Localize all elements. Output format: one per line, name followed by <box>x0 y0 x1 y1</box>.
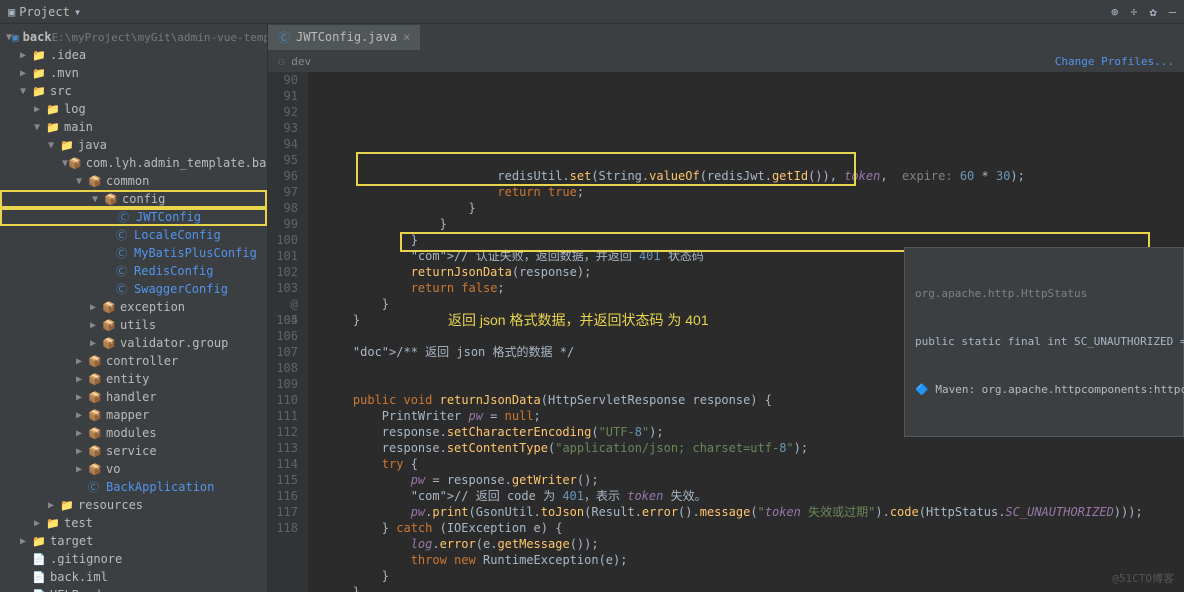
line-gutter: 90919293949596979899100101102103@ 104105… <box>268 72 308 592</box>
tree-item-mapper[interactable]: ▶📦mapper <box>0 406 267 424</box>
branch-label: dev <box>291 55 311 68</box>
doc-tooltip: org.apache.http.HttpStatus public static… <box>904 247 1184 437</box>
change-profiles-link[interactable]: Change Profiles... <box>1055 55 1174 68</box>
tree-item-target[interactable]: ▶📁target <box>0 532 267 550</box>
project-icon: ▣ <box>8 5 15 19</box>
tree-item-com-lyh-admin_template-back[interactable]: ▼📦com.lyh.admin_template.back <box>0 154 267 172</box>
tree-item-service[interactable]: ▶📦service <box>0 442 267 460</box>
tree-item-LocaleConfig[interactable]: ⒸLocaleConfig <box>0 226 267 244</box>
tree-item--gitignore[interactable]: 📄.gitignore <box>0 550 267 568</box>
tree-item-common[interactable]: ▼📦common <box>0 172 267 190</box>
tree-item-back-iml[interactable]: 📄back.iml <box>0 568 267 586</box>
gear-icon[interactable]: ✿ <box>1150 5 1157 19</box>
tooltip-maven: 🔷 Maven: org.apache.httpcomponents:httpc… <box>915 382 1173 398</box>
tree-item-config[interactable]: ▼📦config <box>0 190 267 208</box>
code-editor[interactable]: 90919293949596979899100101102103@ 104105… <box>268 72 1184 592</box>
tree-item-BackApplication[interactable]: ⒸBackApplication <box>0 478 267 496</box>
tooltip-signature: public static final int SC_UNAUTHORIZED … <box>915 334 1173 350</box>
tree-item-controller[interactable]: ▶📦controller <box>0 352 267 370</box>
tree-item-MyBatisPlusConfig[interactable]: ⒸMyBatisPlusConfig <box>0 244 267 262</box>
tree-item-exception[interactable]: ▶📦exception <box>0 298 267 316</box>
file-tab[interactable]: Ⓒ JWTConfig.java × <box>268 25 420 50</box>
target-icon[interactable]: ⊕ <box>1111 5 1118 19</box>
tree-item-JWTConfig[interactable]: ⒸJWTConfig <box>0 208 267 226</box>
annotation-text: 返回 json 格式数据，并返回状态码 为 401 <box>448 312 709 328</box>
editor-tabs: Ⓒ JWTConfig.java × <box>268 24 1184 50</box>
tree-item-SwaggerConfig[interactable]: ⒸSwaggerConfig <box>0 280 267 298</box>
code-content[interactable]: 返回 json 格式数据，并返回状态码 为 401 org.apache.htt… <box>308 72 1184 592</box>
project-label[interactable]: Project <box>19 5 70 19</box>
project-root[interactable]: ▼▣back E:\myProject\myGit\admin-vue-temp… <box>0 28 267 46</box>
tree-item--idea[interactable]: ▶📁.idea <box>0 46 267 64</box>
top-toolbar: ▣ Project ▾ ⊕ ÷ ✿ — <box>0 0 1184 24</box>
tree-item-validator-group[interactable]: ▶📦validator.group <box>0 334 267 352</box>
tree-item-utils[interactable]: ▶📦utils <box>0 316 267 334</box>
hide-icon[interactable]: — <box>1169 5 1176 19</box>
tree-item-RedisConfig[interactable]: ⒸRedisConfig <box>0 262 267 280</box>
breadcrumb-bar: ⚇ dev Change Profiles... <box>268 50 1184 72</box>
tree-item--mvn[interactable]: ▶📁.mvn <box>0 64 267 82</box>
tree-item-main[interactable]: ▼📁main <box>0 118 267 136</box>
branch-icon: ⚇ <box>278 55 285 68</box>
tab-label: JWTConfig.java <box>296 30 397 44</box>
tree-item-vo[interactable]: ▶📦vo <box>0 460 267 478</box>
watermark: @51CTO博客 <box>1112 570 1174 586</box>
tree-item-HELP-md[interactable]: 📄HELP.md <box>0 586 267 592</box>
tree-item-src[interactable]: ▼📁src <box>0 82 267 100</box>
tree-item-entity[interactable]: ▶📦entity <box>0 370 267 388</box>
project-sidebar[interactable]: ▼▣back E:\myProject\myGit\admin-vue-temp… <box>0 24 268 592</box>
tree-item-handler[interactable]: ▶📦handler <box>0 388 267 406</box>
tree-item-java[interactable]: ▼📁java <box>0 136 267 154</box>
tree-item-resources[interactable]: ▶📁resources <box>0 496 267 514</box>
tree-item-log[interactable]: ▶📁log <box>0 100 267 118</box>
java-class-icon: Ⓒ <box>278 29 290 46</box>
collapse-icon[interactable]: ÷ <box>1130 5 1137 19</box>
tooltip-package: org.apache.http.HttpStatus <box>915 286 1173 302</box>
tree-item-modules[interactable]: ▶📦modules <box>0 424 267 442</box>
close-icon[interactable]: × <box>403 30 410 44</box>
editor-panel: Ⓒ JWTConfig.java × ⚇ dev Change Profiles… <box>268 24 1184 592</box>
tree-item-test[interactable]: ▶📁test <box>0 514 267 532</box>
dropdown-icon[interactable]: ▾ <box>74 5 81 19</box>
